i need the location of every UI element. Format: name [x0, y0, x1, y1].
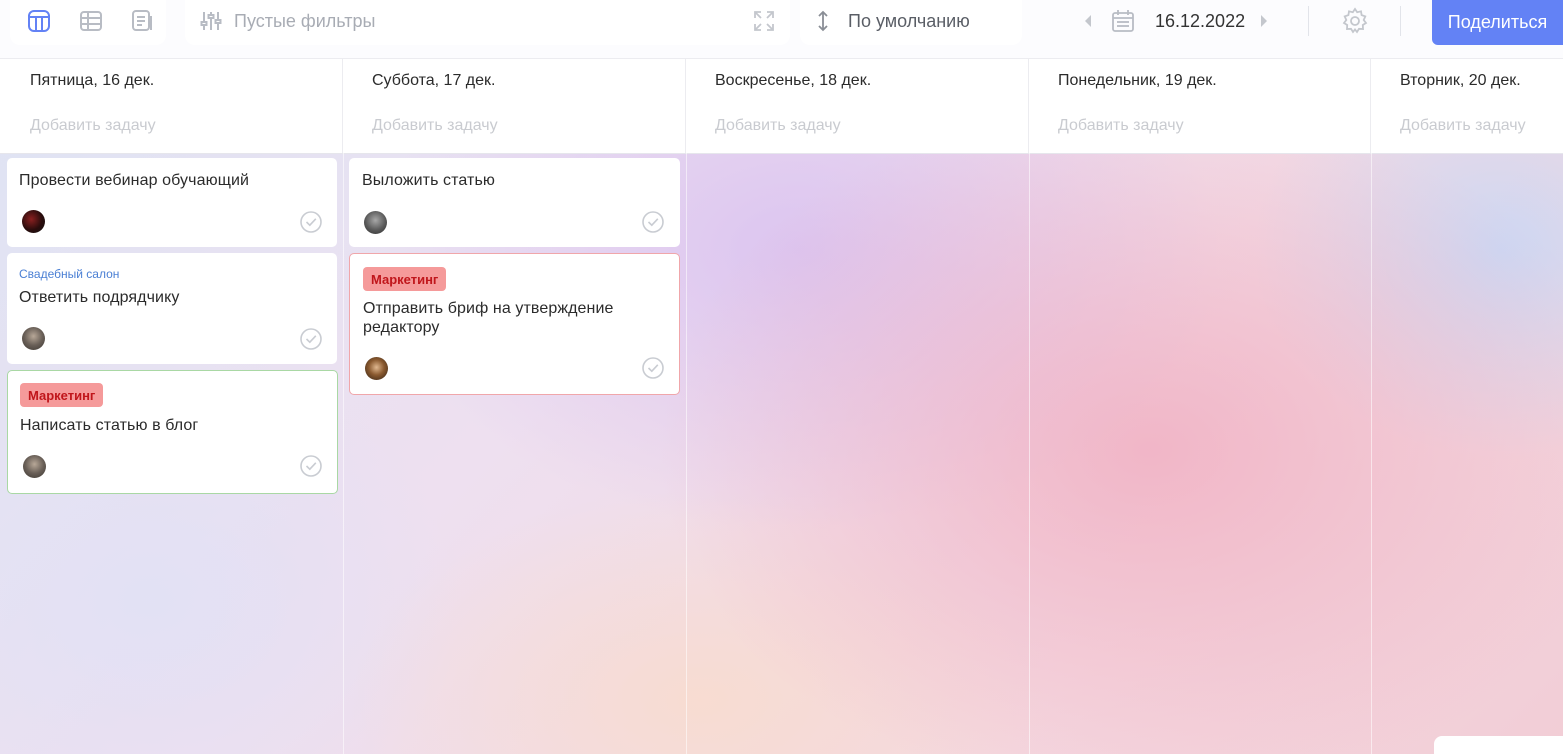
day-column-header: Пятница, 16 дек. Добавить задачу [0, 59, 343, 153]
day-header-row: Пятница, 16 дек. Добавить задачу Суббота… [0, 58, 1563, 154]
avatar[interactable] [22, 210, 45, 233]
column-divider [686, 152, 687, 754]
add-task-input[interactable]: Добавить задачу [372, 117, 498, 135]
day-title: Вторник, 20 дек. [1400, 72, 1521, 89]
board-view-icon[interactable] [26, 8, 52, 34]
complete-check-icon[interactable] [299, 327, 323, 351]
task-title: Написать статью в блог [20, 417, 199, 434]
sort-label[interactable]: По умолчанию [848, 11, 970, 32]
day-title: Понедельник, 19 дек. [1058, 72, 1217, 89]
list-view-icon[interactable] [129, 8, 155, 34]
view-switcher [10, 0, 166, 45]
settings-gear-icon[interactable] [1341, 7, 1369, 40]
task-card[interactable]: Маркетинг Написать статью в блог [7, 370, 338, 494]
calendar-icon[interactable] [1111, 9, 1135, 38]
divider [1400, 6, 1401, 36]
avatar[interactable] [364, 211, 387, 234]
avatar[interactable] [22, 327, 45, 350]
task-title: Провести вебинар обучающий [19, 172, 250, 189]
add-task-input[interactable]: Добавить задачу [715, 117, 841, 135]
divider [1308, 6, 1309, 36]
day-column-header: Воскресенье, 18 дек. Добавить задачу [686, 59, 1029, 153]
floating-toolbar[interactable] [1434, 736, 1563, 754]
next-date-icon[interactable] [1258, 13, 1270, 34]
column-divider [1371, 152, 1372, 754]
task-card[interactable]: Маркетинг Отправить бриф на утверждение … [349, 253, 680, 395]
task-title: Отправить бриф на утверждение редактору [363, 300, 614, 336]
toolbar: Пустые фильтры По умолчанию 16.12.2022 П… [0, 0, 1563, 58]
add-task-input[interactable]: Добавить задачу [30, 117, 156, 135]
sort-icon[interactable] [816, 9, 830, 38]
task-title: Ответить подрядчику [19, 289, 180, 306]
filter-icon[interactable] [199, 9, 223, 38]
expand-icon[interactable] [753, 10, 775, 37]
column-divider [343, 152, 344, 754]
task-title: Выложить статью [362, 172, 496, 189]
day-column-header: Вторник, 20 дек. Добавить задачу [1371, 59, 1563, 153]
column-divider [1029, 152, 1030, 754]
complete-check-icon[interactable] [641, 356, 665, 380]
prev-date-icon[interactable] [1082, 13, 1094, 34]
share-button[interactable]: Поделиться [1432, 0, 1563, 45]
avatar[interactable] [365, 357, 388, 380]
complete-check-icon[interactable] [299, 210, 323, 234]
table-view-icon[interactable] [78, 8, 104, 34]
tag-badge[interactable]: Маркетинг [20, 383, 104, 407]
task-card[interactable]: Выложить статью [349, 158, 680, 247]
filters-bar: Пустые фильтры [185, 0, 790, 45]
current-date[interactable]: 16.12.2022 [1155, 11, 1245, 32]
day-title: Суббота, 17 дек. [372, 72, 496, 89]
day-column-header: Понедельник, 19 дек. Добавить задачу [1029, 59, 1371, 153]
complete-check-icon[interactable] [299, 454, 323, 478]
task-card[interactable]: Провести вебинар обучающий [7, 158, 337, 247]
complete-check-icon[interactable] [641, 210, 665, 234]
tag-badge[interactable]: Маркетинг [363, 267, 447, 291]
sort-bar[interactable]: По умолчанию [800, 0, 1022, 45]
project-label[interactable]: Свадебный салон [19, 267, 119, 281]
task-card[interactable]: Свадебный салон Ответить подрядчику [7, 253, 337, 364]
day-title: Воскресенье, 18 дек. [715, 72, 872, 89]
filters-label[interactable]: Пустые фильтры [234, 11, 375, 32]
day-column-header: Суббота, 17 дек. Добавить задачу [343, 59, 686, 153]
avatar[interactable] [23, 455, 46, 478]
day-title: Пятница, 16 дек. [30, 72, 155, 89]
add-task-input[interactable]: Добавить задачу [1058, 117, 1184, 135]
add-task-input[interactable]: Добавить задачу [1400, 117, 1526, 135]
